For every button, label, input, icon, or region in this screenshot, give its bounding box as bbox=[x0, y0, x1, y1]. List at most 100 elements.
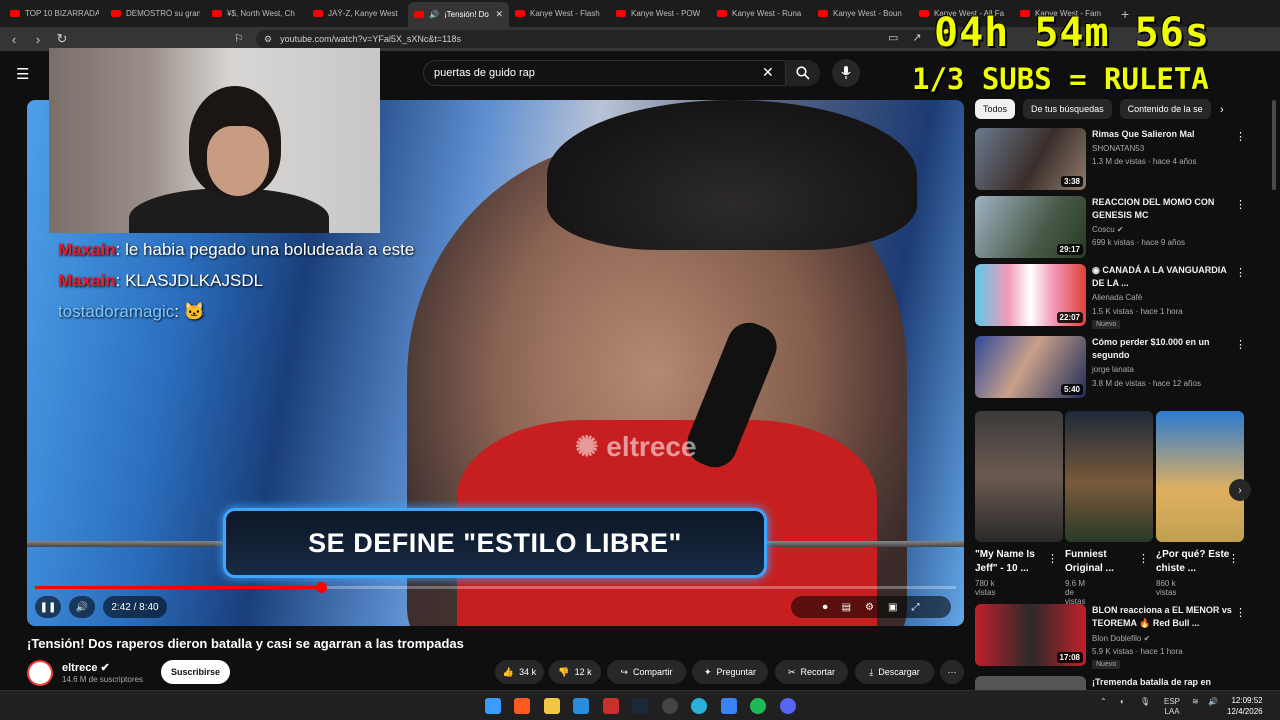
chevron-up-icon[interactable]: ⌃ bbox=[1100, 697, 1107, 706]
browser-tab[interactable]: JAŸ-Z, Kanye West bbox=[307, 3, 408, 25]
page-scrollbar[interactable] bbox=[1272, 100, 1276, 190]
short-thumbnail[interactable] bbox=[1156, 411, 1244, 542]
short-thumbnail[interactable] bbox=[975, 411, 1063, 542]
wifi-icon[interactable]: ≋ bbox=[1192, 697, 1199, 706]
clear-search-icon[interactable]: ✕ bbox=[762, 64, 774, 81]
more-vertical-icon[interactable]: ⋮ bbox=[1138, 552, 1149, 565]
input-language[interactable]: ESP LAA bbox=[1164, 697, 1180, 717]
bookmark-icon[interactable]: ⚐ bbox=[234, 32, 244, 45]
fullscreen-icon[interactable]: ⤢ bbox=[911, 602, 919, 613]
short-thumbnail[interactable] bbox=[1065, 411, 1153, 542]
browser-tab[interactable]: DEMOSTRÓ su gran bbox=[105, 3, 206, 25]
volume-button[interactable]: 🔊 bbox=[69, 596, 95, 618]
more-actions-button[interactable]: ⋯ bbox=[940, 660, 964, 684]
browser-tab[interactable]: Kanye West - Boun bbox=[812, 3, 913, 25]
cast-icon[interactable]: ▭ bbox=[888, 31, 898, 44]
subtitles-icon[interactable]: ▤ bbox=[842, 602, 851, 613]
download-button[interactable]: ⤓ Descargar bbox=[855, 660, 934, 684]
chevron-right-icon[interactable]: › bbox=[1220, 104, 1224, 116]
settings-gear-icon[interactable]: ⚙ bbox=[865, 602, 874, 613]
progress-scrubber[interactable] bbox=[315, 582, 327, 593]
file-explorer-icon[interactable] bbox=[544, 698, 560, 714]
browser-tab[interactable]: ¥$, North West, Ch bbox=[206, 3, 307, 25]
like-button[interactable]: 👍 34 k bbox=[495, 660, 544, 684]
more-vertical-icon[interactable]: ⋮ bbox=[1235, 606, 1246, 619]
progress-bar[interactable] bbox=[35, 582, 956, 593]
verified-icon: ✔ bbox=[100, 662, 110, 674]
video-thumbnail[interactable]: 29:17 bbox=[975, 196, 1086, 258]
more-vertical-icon[interactable]: ⋮ bbox=[1235, 130, 1246, 143]
forward-icon[interactable]: › bbox=[28, 32, 48, 47]
voice-search-button[interactable] bbox=[832, 59, 860, 87]
url-field[interactable]: ⚙ youtube.com/watch?v=YFal5X_sXNc&t=118s bbox=[256, 30, 944, 48]
speaker-icon: 🔊 bbox=[429, 10, 439, 19]
video-thumbnail[interactable] bbox=[975, 676, 1086, 690]
more-vertical-icon[interactable]: ⋮ bbox=[1235, 266, 1246, 279]
more-vertical-icon[interactable]: ⋮ bbox=[1235, 198, 1246, 211]
app-icon[interactable] bbox=[691, 698, 707, 714]
youtube-icon bbox=[414, 11, 424, 18]
share-icon[interactable]: ↗ bbox=[912, 31, 921, 44]
more-vertical-icon[interactable]: ⋮ bbox=[1235, 338, 1246, 351]
system-clock[interactable]: 12:09:52 12/4/2026 bbox=[1227, 695, 1263, 717]
windows-start-icon[interactable] bbox=[485, 698, 501, 714]
steam-icon[interactable] bbox=[632, 698, 648, 714]
browser-tab[interactable]: Kanye West - Runa bbox=[711, 3, 812, 25]
more-vertical-icon[interactable]: ⋮ bbox=[1228, 552, 1239, 565]
stream-chat-overlay: Maxain: le habia pegado una boludeada a … bbox=[58, 234, 414, 327]
recommendation-item[interactable]: 29:17 REACCION DEL MOMO CON GENESIS MC C… bbox=[975, 196, 1265, 258]
recommendation-item[interactable]: 22:07 ◉ CANADÁ A LA VANGUARDIA DE LA ...… bbox=[975, 264, 1265, 329]
obs-icon[interactable] bbox=[662, 698, 678, 714]
recommendation-item[interactable]: 17:08 BLON reacciona a EL MENOR vs TEORE… bbox=[975, 604, 1265, 669]
thumbs-up-icon: 👍 bbox=[502, 666, 515, 677]
spotify-icon[interactable] bbox=[750, 698, 766, 714]
verified-icon: ✔ bbox=[1143, 634, 1151, 643]
site-info-icon[interactable]: ⚙ bbox=[264, 34, 272, 45]
chip-from-searches[interactable]: De tus búsquedas bbox=[1023, 99, 1112, 119]
menu-icon[interactable]: ☰ bbox=[16, 65, 29, 83]
browser-tab[interactable]: Kanye West - Flash bbox=[509, 3, 610, 25]
notepad-icon[interactable] bbox=[721, 698, 737, 714]
channel-name[interactable]: eltrece ✔ bbox=[62, 661, 110, 674]
clip-button[interactable]: ✂ Recortar bbox=[775, 660, 848, 684]
bing-icon[interactable] bbox=[573, 698, 589, 714]
browser-tab-active[interactable]: 🔊 ¡Tensión! Do ✕ bbox=[408, 2, 509, 27]
mic-tray-icon[interactable]: 🎙 bbox=[1140, 697, 1150, 706]
close-tab-icon[interactable]: ✕ bbox=[495, 9, 503, 20]
recommendation-item[interactable]: 5:40 Cómo perder $10.000 en un segundo j… bbox=[975, 336, 1265, 398]
youtube-icon bbox=[616, 10, 626, 17]
video-thumbnail[interactable]: 3:38 bbox=[975, 128, 1086, 190]
cat-emote-icon: 🐱 bbox=[183, 302, 205, 321]
video-thumbnail[interactable]: 17:08 bbox=[975, 604, 1086, 666]
live-icon: ◉ bbox=[1092, 265, 1100, 275]
search-input[interactable]: puertas de guido rap bbox=[423, 60, 786, 86]
autoplay-toggle-icon[interactable]: ⏺ bbox=[823, 602, 828, 613]
back-icon[interactable]: ‹ bbox=[4, 32, 24, 47]
channel-avatar[interactable] bbox=[27, 660, 53, 686]
video-thumbnail[interactable]: 22:07 bbox=[975, 264, 1086, 326]
share-button[interactable]: ↪ Compartir bbox=[607, 660, 686, 684]
brave-browser-icon[interactable] bbox=[514, 698, 530, 714]
chip-all[interactable]: Todos bbox=[975, 99, 1016, 119]
recommendation-item[interactable]: ¡Tremenda batalla de rap en bbox=[975, 676, 1265, 690]
reload-icon[interactable]: ↻ bbox=[52, 31, 72, 47]
chip-related-content[interactable]: Contenido de la se bbox=[1119, 99, 1211, 119]
app-icon[interactable] bbox=[603, 698, 619, 714]
ask-button[interactable]: ✦ Preguntar bbox=[692, 660, 768, 684]
network-tray-icon[interactable]: ◐ bbox=[1120, 697, 1125, 706]
video-thumbnail[interactable]: 5:40 bbox=[975, 336, 1086, 398]
pause-button[interactable]: ❚❚ bbox=[35, 596, 61, 618]
more-vertical-icon[interactable]: ⋮ bbox=[1047, 552, 1058, 565]
subscribe-button[interactable]: Suscribirse bbox=[161, 660, 230, 684]
volume-tray-icon[interactable]: 🔊 bbox=[1208, 697, 1218, 706]
discord-icon[interactable] bbox=[780, 698, 796, 714]
microphone-icon bbox=[841, 66, 851, 79]
miniplayer-icon[interactable]: ▣ bbox=[888, 602, 897, 613]
browser-tab[interactable]: TOP 10 BIZARRADAS bbox=[4, 3, 105, 25]
search-button[interactable] bbox=[786, 60, 820, 86]
dislike-button[interactable]: 👎 12 k bbox=[549, 660, 601, 684]
recommendation-item[interactable]: 3:38 Rimas Que Salieron Mal SHONATAN53 1… bbox=[975, 128, 1265, 190]
shorts-next-button[interactable]: › bbox=[1229, 479, 1251, 501]
browser-tab[interactable]: Kanye West - POW bbox=[610, 3, 711, 25]
subscriber-count: 14.6 M de suscriptores bbox=[62, 675, 143, 684]
